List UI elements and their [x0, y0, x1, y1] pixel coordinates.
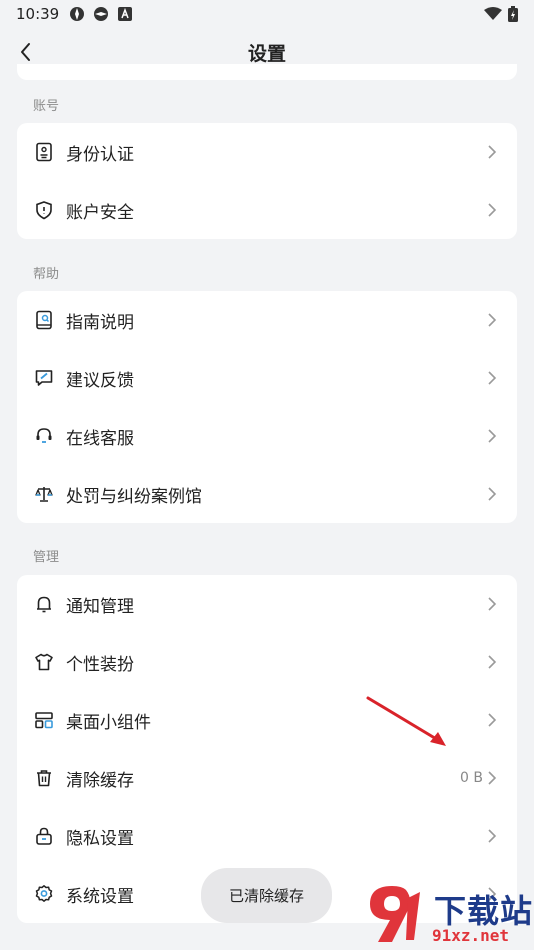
widgets-icon [34, 710, 54, 730]
battery-icon [508, 6, 518, 26]
chevron-right-icon [487, 828, 497, 844]
gear-icon [34, 884, 54, 904]
help-card: 指南说明 建议反馈 在线客服 处罚与纠纷案例馆 [17, 291, 517, 523]
a-badge-icon [117, 6, 133, 22]
row-label: 通知管理 [66, 596, 134, 617]
wifi-icon [484, 7, 502, 25]
row-case-library[interactable]: 处罚与纠纷案例馆 [17, 465, 517, 523]
row-label: 账户安全 [66, 202, 134, 223]
lock-icon [34, 826, 54, 846]
chevron-right-icon [487, 428, 497, 444]
app-notification-icon [93, 6, 109, 22]
previous-card-edge [17, 64, 517, 80]
row-label: 个性装扮 [66, 654, 134, 675]
row-label: 系统设置 [66, 886, 134, 907]
headset-icon [34, 426, 54, 446]
chevron-right-icon [487, 712, 497, 728]
section-label-account: 账号 [33, 99, 60, 114]
row-label: 清除缓存 [66, 770, 134, 791]
chevron-right-icon [487, 312, 497, 328]
bell-icon [34, 594, 54, 614]
row-online-service[interactable]: 在线客服 [17, 407, 517, 465]
chevron-right-icon [487, 202, 497, 218]
chevron-right-icon [487, 654, 497, 670]
row-label: 身份认证 [66, 144, 134, 165]
app-notification-icon [69, 6, 85, 22]
watermark-logo: 下载站 91xz.net [362, 880, 534, 950]
guide-book-icon [34, 310, 54, 330]
section-label-help: 帮助 [33, 267, 60, 282]
annotation-arrow-icon [366, 696, 446, 746]
row-label: 在线客服 [66, 428, 134, 449]
cache-size-value: 0 B [460, 770, 483, 786]
toast-message: 已清除缓存 [201, 868, 332, 923]
row-label: 指南说明 [66, 312, 134, 333]
trash-icon [34, 768, 54, 788]
row-notification-management[interactable]: 通知管理 [17, 575, 517, 633]
page-title: 设置 [247, 42, 286, 65]
feedback-icon [34, 368, 54, 388]
section-label-manage: 管理 [33, 550, 60, 565]
row-label: 建议反馈 [66, 370, 134, 391]
row-privacy-settings[interactable]: 隐私设置 [17, 807, 517, 865]
account-card: 身份认证 账户安全 [17, 123, 517, 239]
row-feedback[interactable]: 建议反馈 [17, 349, 517, 407]
watermark-domain: 91xz.net [432, 926, 510, 945]
chevron-right-icon [487, 144, 497, 160]
shield-icon [34, 200, 54, 220]
back-arrow-icon[interactable] [14, 40, 38, 64]
chevron-right-icon [487, 370, 497, 386]
id-card-icon [34, 142, 54, 162]
row-guide[interactable]: 指南说明 [17, 291, 517, 349]
row-personalization[interactable]: 个性装扮 [17, 633, 517, 691]
chevron-right-icon [487, 770, 497, 786]
chevron-right-icon [487, 596, 497, 612]
scales-icon [34, 484, 54, 504]
chevron-right-icon [487, 486, 497, 502]
row-label: 隐私设置 [66, 828, 134, 849]
row-label: 桌面小组件 [66, 712, 151, 733]
row-label: 处罚与纠纷案例馆 [66, 486, 202, 507]
status-bar: 10:39 [0, 0, 534, 28]
row-identity-verification[interactable]: 身份认证 [17, 123, 517, 181]
shirt-icon [34, 652, 54, 672]
row-account-security[interactable]: 账户安全 [17, 181, 517, 239]
status-time: 10:39 [16, 5, 60, 23]
watermark-91-icon [370, 886, 420, 942]
